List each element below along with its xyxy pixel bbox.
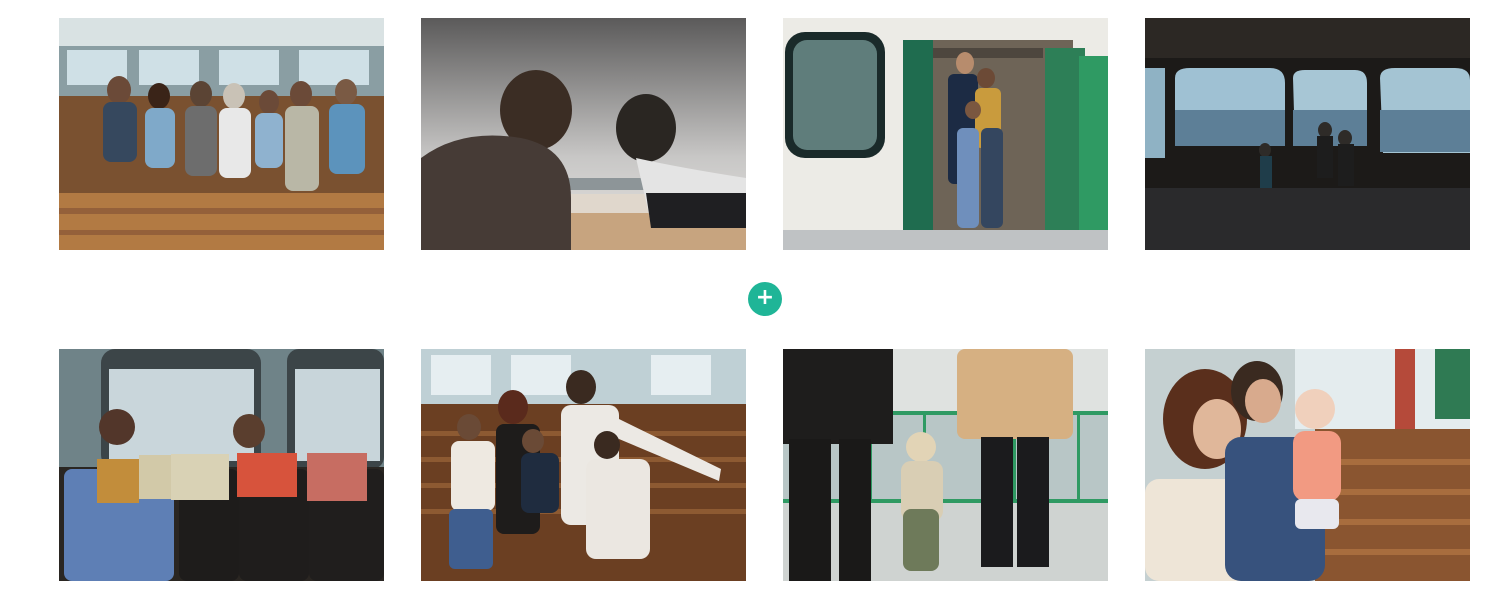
- gallery-photo-family-reading-books[interactable]: [59, 349, 384, 581]
- gallery-photo-family-on-ferry-bench[interactable]: [59, 18, 384, 250]
- add-button[interactable]: +: [748, 282, 782, 316]
- gallery-photo-toddler-walking-with-parents[interactable]: [783, 349, 1108, 581]
- photo-gallery: +: [0, 0, 1500, 613]
- gallery-photo-mother-and-son-silhouette[interactable]: [421, 18, 746, 250]
- gallery-photo-couple-with-baby[interactable]: [1145, 349, 1470, 581]
- gallery-photo-family-in-ferry-doorway[interactable]: [783, 18, 1108, 250]
- plus-icon: +: [755, 285, 775, 310]
- gallery-photo-family-on-wooden-bench[interactable]: [421, 349, 746, 581]
- gallery-photo-kids-at-ferry-windows[interactable]: [1145, 18, 1470, 250]
